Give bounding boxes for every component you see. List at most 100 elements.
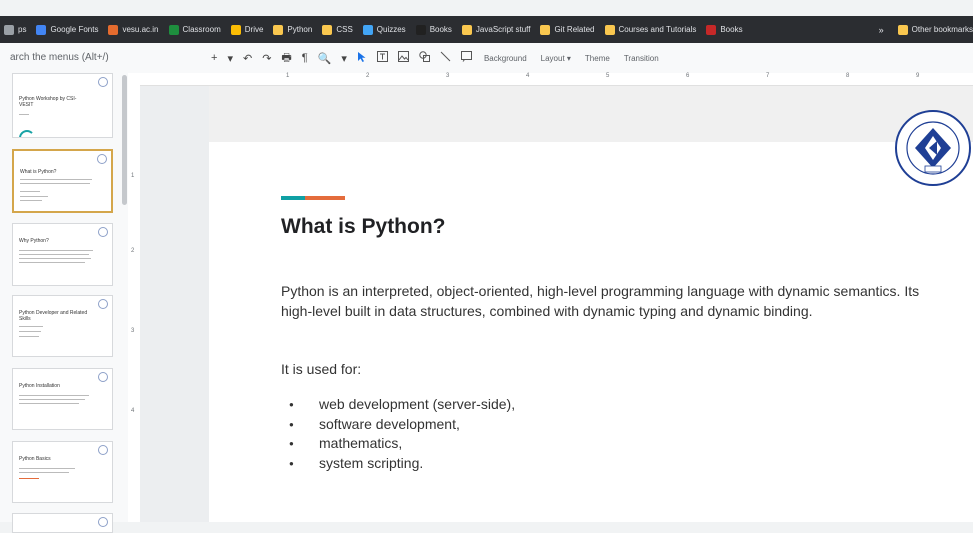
bookmark-folder-icon [168,24,179,35]
bookmark-label: Classroom [182,25,221,34]
bookmark-item[interactable]: CSS [322,24,353,35]
thumbnail-text-line [19,326,43,327]
bookmark-item[interactable]: Git Related [540,24,595,35]
bookmark-folder-icon [36,24,47,35]
theme-button[interactable]: Theme [585,54,610,63]
slide-thumbnail-2[interactable]: What is Python? [12,149,113,213]
bookmark-label: ps [18,25,27,34]
bookmark-folder-icon [230,24,241,35]
seal-logo-icon [98,77,108,87]
bookmark-label: Drive [244,25,264,34]
bookmarks-overflow-icon[interactable]: » [879,25,884,35]
line-icon[interactable] [440,51,451,65]
ruler-tick-label: 2 [366,73,370,79]
seal-logo-icon [98,299,108,309]
transition-button[interactable]: Transition [624,54,659,63]
thumbnail-text-line [20,191,40,192]
image-icon[interactable] [397,51,409,65]
other-bookmarks[interactable]: Other bookmarks [897,24,973,35]
comment-icon[interactable] [460,51,472,65]
bookmark-item[interactable]: vesu.ac.in [108,24,159,35]
bookmark-label: Books [429,25,452,34]
slide-thumbnail-4[interactable]: Python Developer and Related Skills [12,295,113,357]
bookmark-item[interactable]: Quizzes [362,24,406,35]
slide-paragraph[interactable]: Python is an interpreted, object-oriente… [281,281,921,321]
slide-editor[interactable]: What is Python? Python is an interpreted… [209,86,973,522]
seal-logo-icon [97,154,107,164]
bookmark-label: Python [287,25,313,34]
slide-bullet-list[interactable]: web development (server-side), software … [281,395,515,473]
background-button[interactable]: Background [484,54,527,63]
bookmark-item[interactable]: Classroom [168,24,221,35]
bookmark-label: Git Related [554,25,595,34]
bookmark-folder-icon [540,24,551,35]
slide-thumbnail-5[interactable]: Python Installation [12,368,113,430]
thumbnail-text-line [19,403,79,404]
bookmark-item[interactable]: JavaScript stuff [461,24,530,35]
bookmark-item[interactable]: Python [273,24,313,35]
thumbnail-title: What is Python? [20,169,57,175]
thumbnail-text-line [19,472,69,473]
paint-format-icon[interactable]: ¶ [302,52,308,64]
bookmark-folder-icon [108,24,119,35]
thumbnail-decor-arc [19,130,35,137]
vruler-tick-label: 4 [131,408,135,414]
slide-thumbnail-1[interactable]: Python Workshop by CSI-VESIT [12,73,113,138]
thumbnail-text-line [20,183,90,184]
bookmark-folder-icon [604,24,615,35]
bookmark-item[interactable]: Drive [230,24,264,35]
ruler-tick-label: 9 [916,73,920,79]
thumbnail-title: Why Python? [19,238,49,244]
bookmarks-bar: ps Google Fonts vesu.ac.in Classroom Drive Py… [0,16,973,43]
bullet-item: web development (server-side), [281,395,515,415]
zoom-icon[interactable]: 🔍 [318,52,332,65]
thumbnail-text-line [19,331,41,332]
toolbar: arch the menus (Alt+/) + ▾ ↶ ↷ 🖶 ¶ 🔍 ▾ B… [0,43,973,74]
bookmark-folder-icon [273,24,284,35]
thumbnail-title: Python Developer and Related Skills [19,310,88,322]
ruler-tick-label: 4 [526,73,530,79]
print-icon[interactable]: 🖶 [281,49,291,68]
undo-icon[interactable]: ↶ [243,52,252,65]
menu-search-input[interactable]: arch the menus (Alt+/) [0,43,200,73]
thumbnail-text-line [20,196,48,197]
vruler-tick-label: 1 [131,173,135,179]
thumbnail-text-line [19,399,85,400]
slide-thumbnail-7[interactable] [12,513,113,533]
thumbnail-text-line [20,200,42,201]
slide-title[interactable]: What is Python? [281,215,446,239]
new-slide-dropdown-icon[interactable]: ▾ [227,52,233,65]
thumbnail-text-line [19,114,29,115]
select-pointer-icon[interactable] [357,51,367,66]
thumbnail-text-line [19,254,89,255]
bookmark-folder-icon [461,24,472,35]
ruler-tick-label: 3 [446,73,450,79]
bookmark-item[interactable]: Books [706,24,743,35]
thumbnail-title: Python Installation [19,383,60,389]
bookmark-item[interactable]: Google Fonts [36,24,98,35]
layout-button[interactable]: Layout ▾ [541,54,571,63]
bookmark-folder-icon [362,24,373,35]
shape-icon[interactable] [419,51,430,65]
slide-filmstrip: Python Workshop by CSI-VESIT What is Pyt… [0,73,128,533]
thumbnail-text-line [19,395,89,396]
bookmark-label: Quizzes [376,25,406,34]
zoom-dropdown-icon[interactable]: ▾ [341,52,347,65]
redo-icon[interactable]: ↷ [262,52,271,65]
thumbnail-text-line [19,262,85,263]
bookmark-label: Books [720,25,743,34]
slide-used-for[interactable]: It is used for: [281,361,361,377]
bookmark-item[interactable]: Courses and Tutorials [604,24,696,35]
bookmark-folder-icon [897,24,908,35]
slide-thumbnail-6[interactable]: Python Basics [12,441,113,503]
slide-thumbnail-3[interactable]: Why Python? [12,223,113,286]
slide-header-band [209,86,973,142]
text-box-icon[interactable] [376,51,388,65]
bookmark-item[interactable]: ps [4,24,27,35]
ruler-tick-label: 1 [286,73,290,79]
vruler-tick-label: 3 [131,328,135,334]
filmstrip-scrollbar[interactable] [122,75,127,205]
thumbnail-text-line [20,179,92,180]
bookmark-item[interactable]: Books [415,24,452,35]
new-slide-icon[interactable]: + [211,52,217,64]
